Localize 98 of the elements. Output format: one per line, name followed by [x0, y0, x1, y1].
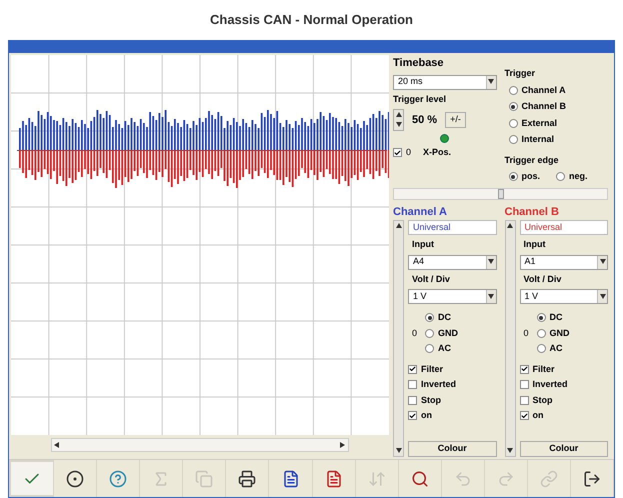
- input-label: Input: [522, 238, 546, 251]
- down-arrow-icon: [396, 122, 402, 128]
- zoom-icon: [410, 470, 429, 488]
- checkbox-label: 0: [406, 146, 412, 159]
- radio-button[interactable]: [536, 344, 546, 354]
- option-label: Stop: [532, 394, 552, 407]
- radio-button[interactable]: [508, 172, 518, 182]
- colour-button[interactable]: Colour: [408, 441, 496, 457]
- up-arrow-icon: [396, 112, 402, 118]
- down-arrow-icon: [600, 259, 606, 265]
- document-icon: [324, 470, 343, 488]
- coupling-label: AC: [550, 342, 563, 355]
- down-arrow-icon: [600, 294, 606, 300]
- checkbox[interactable]: [408, 380, 417, 390]
- radio-button[interactable]: [508, 118, 518, 128]
- right-arrow-icon: [340, 442, 346, 448]
- radio-button[interactable]: [508, 102, 518, 112]
- horizontal-scroll-bar[interactable]: [51, 438, 349, 452]
- left-arrow-icon: [54, 442, 60, 448]
- page-heading: Chassis CAN - Normal Operation: [209, 11, 414, 30]
- radio-button[interactable]: [425, 328, 434, 338]
- checkbox[interactable]: [520, 396, 528, 405]
- option-label: Stop: [421, 394, 441, 407]
- x-pos-label: X-Pos.: [423, 146, 452, 159]
- offset-label: 0: [522, 326, 529, 340]
- option-label: Filter: [421, 362, 444, 376]
- trigger-option-label: Internal: [522, 133, 554, 146]
- trigger-level-value: 50 %: [412, 112, 438, 128]
- slider-thumb[interactable]: [498, 188, 504, 198]
- trigger-option-label: Channel B: [522, 100, 566, 113]
- redo-icon: [496, 470, 515, 488]
- radio-button[interactable]: [536, 313, 546, 322]
- channel-name-field[interactable]: Universal: [520, 220, 608, 235]
- down-arrow-icon: [396, 448, 402, 454]
- coupling-label: GND: [550, 326, 570, 340]
- offset-label: 0: [411, 326, 418, 340]
- option-label: Filter: [532, 362, 555, 376]
- input-dropdown[interactable]: A1: [520, 254, 608, 270]
- volt-dropdown[interactable]: 1 V: [520, 289, 608, 304]
- trigger-option-label: Channel A: [522, 84, 566, 96]
- down-arrow-icon: [488, 259, 494, 265]
- spin-button[interactable]: [393, 109, 404, 131]
- trigger-option-label: External: [522, 116, 558, 130]
- timebase-label: Timebase: [393, 56, 445, 71]
- radio-button[interactable]: [508, 86, 518, 95]
- document-icon: [282, 470, 300, 488]
- trigger-label: Trigger: [504, 67, 536, 80]
- input-dropdown[interactable]: A4: [408, 254, 496, 270]
- radio-button[interactable]: [425, 344, 434, 354]
- radio-button[interactable]: [508, 135, 518, 144]
- printer-icon: [238, 470, 256, 488]
- down-arrow-icon: [488, 79, 494, 85]
- radio-button[interactable]: [536, 328, 546, 338]
- exit-icon: [583, 470, 602, 488]
- option-label: Inverted: [532, 378, 568, 391]
- channel-title: Channel A: [393, 204, 448, 220]
- input-label: Input: [411, 238, 435, 251]
- volt-dropdown[interactable]: 1 V: [408, 289, 496, 304]
- status-led-icon: [440, 134, 450, 143]
- checkbox[interactable]: [520, 364, 528, 374]
- trigger-level-label: Trigger level: [393, 92, 448, 106]
- link-icon: [540, 470, 558, 488]
- option-label: Inverted: [421, 378, 456, 391]
- down-arrow-icon: [507, 448, 513, 454]
- volt-label: Volt / Div: [522, 272, 562, 286]
- volt-label: Volt / Div: [411, 272, 451, 286]
- record-icon: [66, 470, 84, 488]
- checkbox[interactable]: [520, 380, 528, 390]
- option-label: on: [421, 409, 432, 422]
- edge-option-label: neg.: [569, 170, 588, 183]
- coupling-label: DC: [550, 311, 563, 324]
- radio-button[interactable]: [425, 313, 434, 322]
- checkbox[interactable]: [408, 396, 417, 405]
- channel-title: Channel B: [504, 204, 560, 220]
- invert-button[interactable]: +/-: [445, 112, 466, 128]
- radio-button[interactable]: [556, 172, 566, 182]
- checkbox[interactable]: [520, 411, 528, 420]
- undo-icon: [454, 470, 472, 488]
- help-icon: [109, 470, 128, 488]
- coupling-label: DC: [438, 311, 452, 324]
- up-arrow-icon: [507, 223, 513, 229]
- checkbox[interactable]: [393, 148, 402, 158]
- timebase-dropdown[interactable]: 20 ms: [393, 74, 496, 90]
- colour-button[interactable]: Colour: [520, 441, 608, 457]
- coupling-label: GND: [438, 326, 458, 340]
- scroll-bar[interactable]: [504, 220, 516, 457]
- checkbox[interactable]: [408, 364, 417, 374]
- checkbox[interactable]: [408, 411, 417, 420]
- up-arrow-icon: [396, 223, 402, 229]
- arrows-icon: [368, 470, 386, 488]
- option-label: on: [532, 409, 544, 422]
- down-arrow-icon: [488, 294, 494, 300]
- coupling-label: AC: [438, 342, 452, 355]
- copy-icon: [195, 470, 214, 488]
- trigger-edge-label: Trigger edge: [504, 154, 560, 167]
- edge-option-label: pos.: [522, 170, 540, 183]
- channel-name-field[interactable]: Universal: [408, 220, 496, 235]
- scroll-bar[interactable]: [393, 220, 404, 457]
